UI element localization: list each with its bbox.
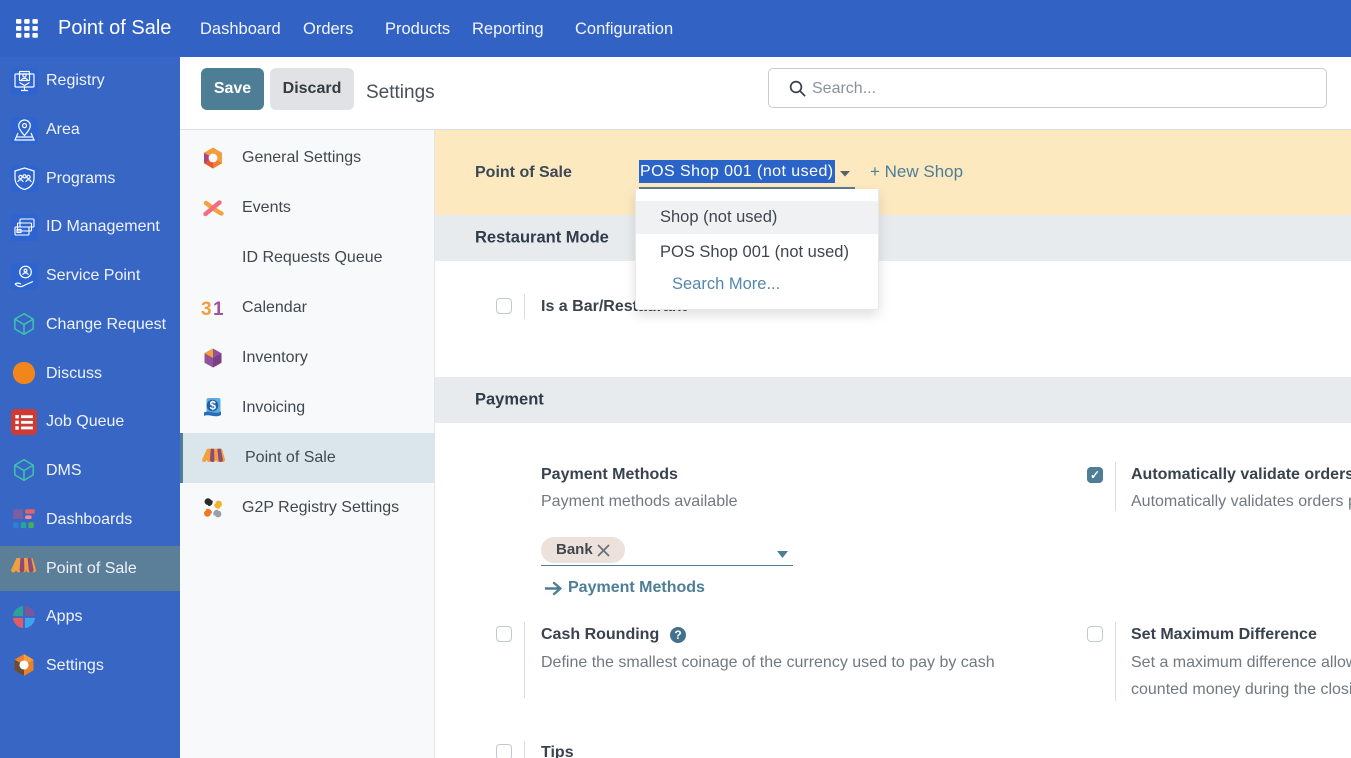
svg-text:3: 3 <box>201 299 212 320</box>
svg-text:$: $ <box>210 401 217 413</box>
svg-text:1: 1 <box>213 299 224 320</box>
